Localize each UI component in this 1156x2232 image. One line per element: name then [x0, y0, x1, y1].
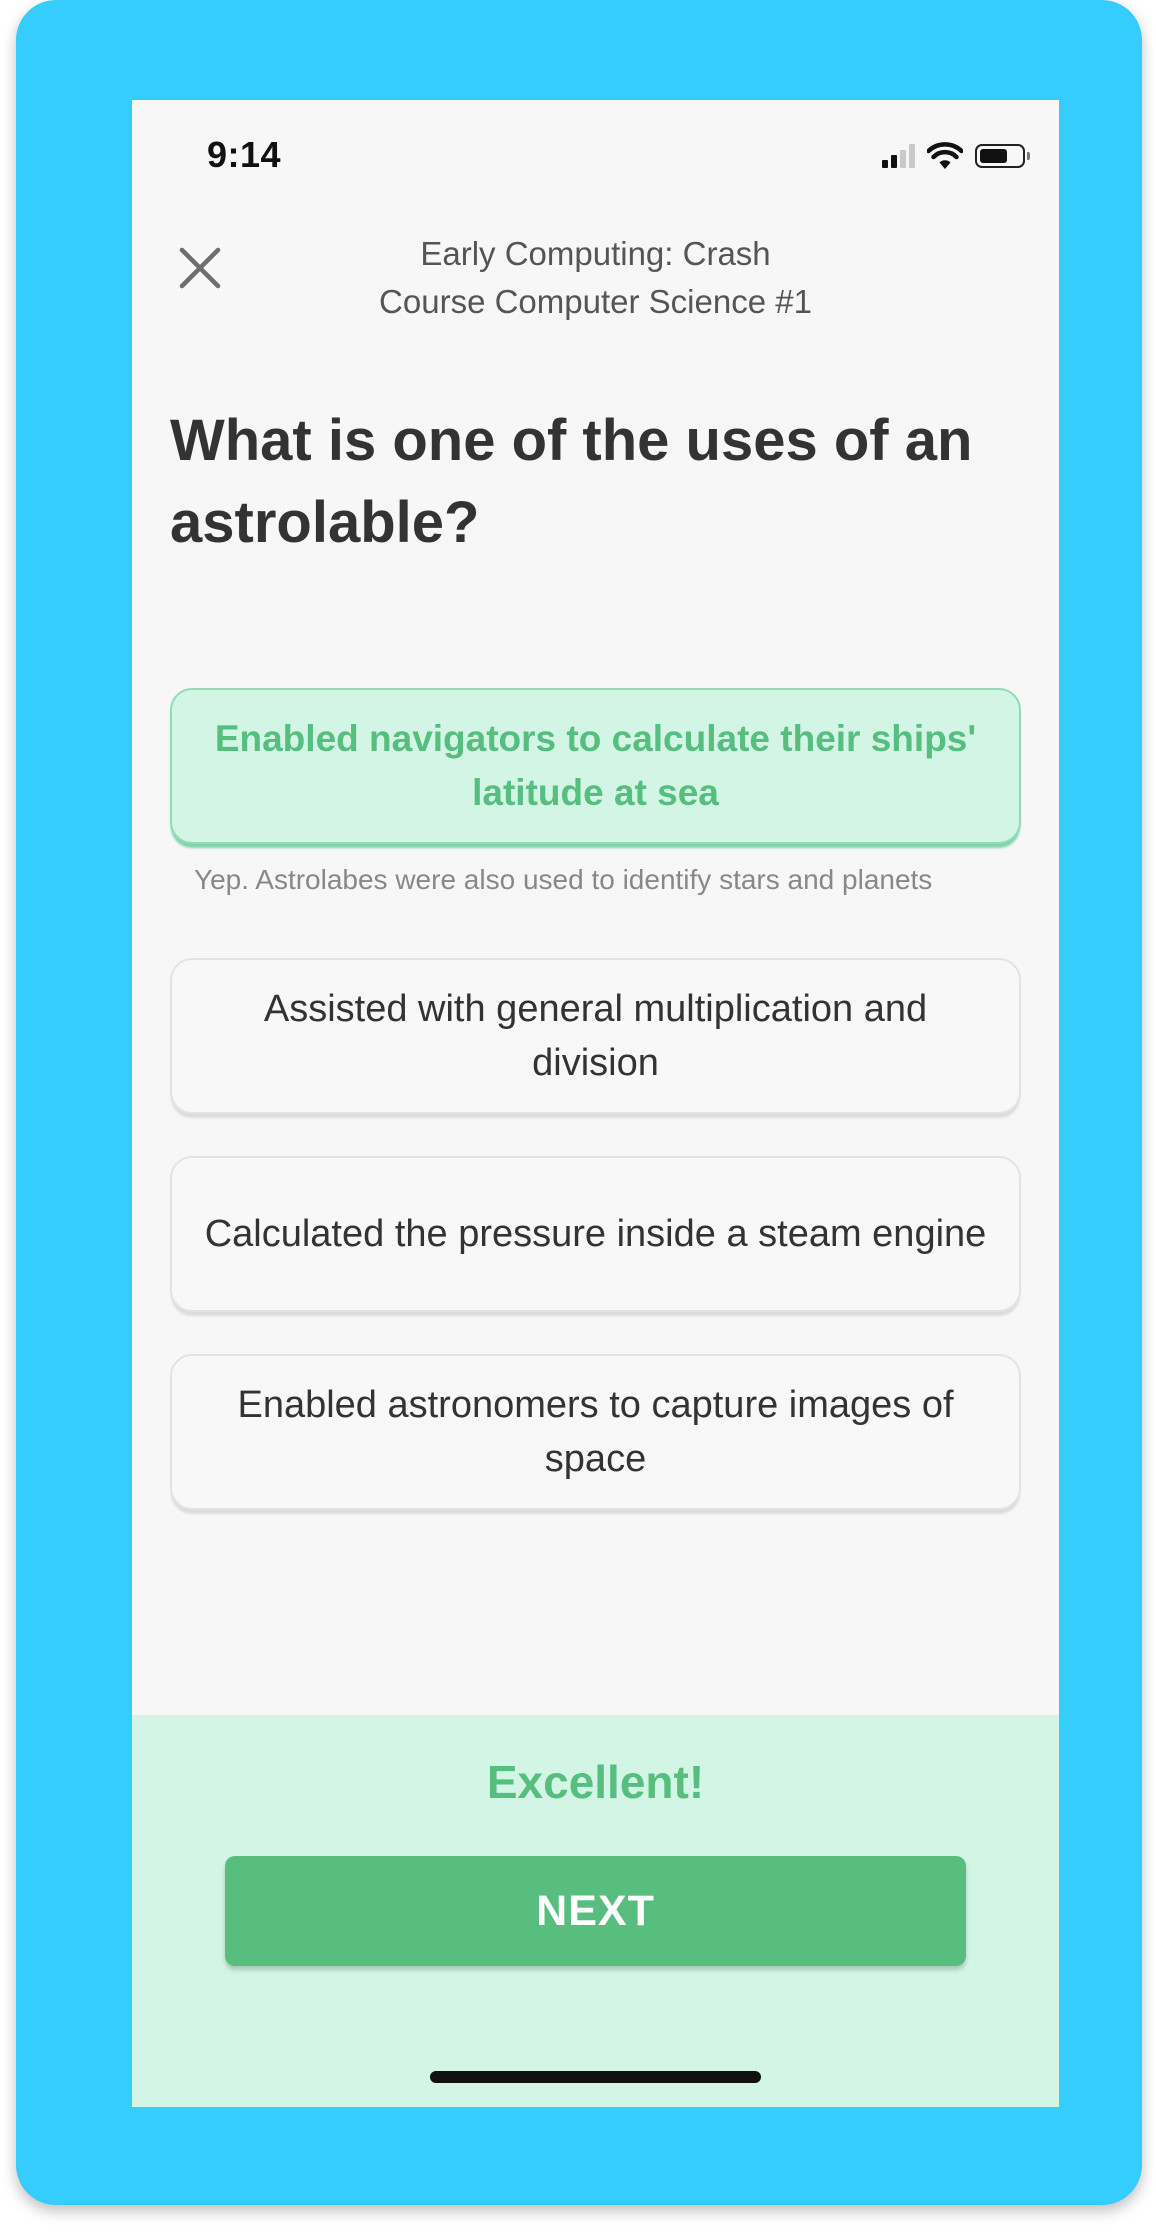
lesson-title-line-2: Course Computer Science #1 — [379, 283, 812, 320]
close-button[interactable] — [172, 240, 228, 296]
answer-option-label: Assisted with general multiplication and… — [263, 988, 928, 1084]
close-icon — [179, 247, 221, 289]
wifi-icon — [927, 142, 963, 169]
next-button[interactable]: NEXT — [225, 1856, 966, 1966]
device-frame: 9:14 Early Computing: Crash Course Compu… — [16, 0, 1142, 2205]
cellular-signal-icon — [882, 144, 915, 168]
answer-option[interactable]: Calculated the pressure inside a steam e… — [170, 1156, 1021, 1312]
app-screen: 9:14 Early Computing: Crash Course Compu… — [132, 100, 1059, 2107]
answer-option-correct[interactable]: Enabled navigators to calculate their sh… — [170, 688, 1021, 844]
battery-icon — [975, 144, 1030, 168]
status-time: 9:14 — [207, 134, 282, 175]
answer-explanation: Yep. Astrolabes were also used to identi… — [194, 864, 933, 895]
status-icons — [882, 142, 1030, 170]
feedback-footer: Excellent! NEXT — [132, 1715, 1059, 2107]
question-text: What is one of the uses of an astrolable… — [170, 408, 973, 555]
answer-option-label: Enabled navigators to calculate their sh… — [214, 718, 977, 813]
answer-option[interactable]: Enabled astronomers to capture images of… — [170, 1354, 1021, 1510]
lesson-title: Early Computing: Crash Course Computer S… — [282, 230, 909, 326]
answer-option-label: Calculated the pressure inside a steam e… — [204, 1213, 987, 1255]
lesson-title-line-1: Early Computing: Crash — [420, 235, 771, 272]
next-button-label: NEXT — [536, 1886, 655, 1935]
feedback-message: Excellent! — [486, 1756, 705, 1808]
home-indicator[interactable] — [430, 2071, 761, 2083]
answer-option-label: Enabled astronomers to capture images of… — [237, 1384, 954, 1480]
answer-option[interactable]: Assisted with general multiplication and… — [170, 958, 1021, 1114]
